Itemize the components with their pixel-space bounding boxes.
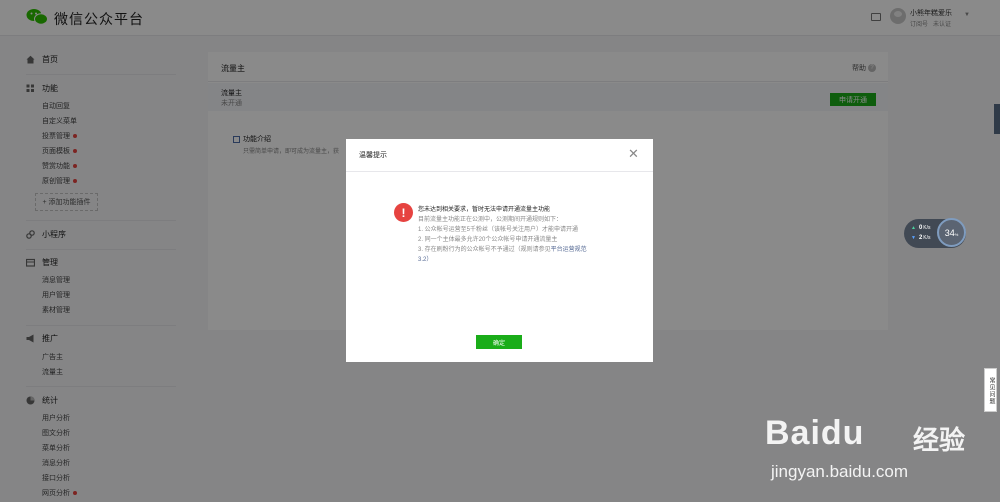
- watermark-product: 经验: [913, 425, 966, 455]
- watermark-brand: Baidu: [765, 414, 865, 452]
- upload-speed: ▲ 0 K/s: [911, 225, 931, 231]
- download-unit: K/s: [923, 235, 931, 241]
- download-speed: ▼ 2 K/s: [911, 235, 931, 241]
- side-toolbar-tab[interactable]: [994, 104, 1000, 134]
- usage-percent-unit: %: [954, 231, 959, 237]
- dialog-rule-1: 1. 公众帐号运营至5千粉丝（该帐号关注用户）才能申请开通: [418, 227, 579, 233]
- warning-icon: !: [394, 203, 413, 222]
- confirm-button[interactable]: 确定: [476, 335, 522, 349]
- memory-usage-ring[interactable]: 34%: [937, 218, 966, 247]
- download-value: 2: [918, 235, 923, 241]
- download-arrow-icon: ▼: [911, 235, 916, 241]
- rules-link[interactable]: 平台运营规范: [551, 247, 587, 253]
- upload-value: 0: [918, 225, 923, 231]
- notice-dialog: 温馨提示 ✕ ! 您未达到相关要求，暂时无法申请开通流量主功能 目前流量主功能正…: [346, 139, 653, 362]
- upload-unit: K/s: [923, 225, 931, 231]
- rules-link-section[interactable]: 3.2）: [418, 257, 432, 263]
- dialog-rule-2: 2. 同一个主体最多允许20个公众帐号申请开通流量主: [418, 237, 558, 243]
- dialog-title: 温馨提示: [359, 152, 387, 159]
- dialog-rule-3: 3. 存在刷粉行为的公众帐号不予通过（规则请参见平台运营规范: [418, 244, 587, 253]
- dialog-rule-3-cont: 3.2）: [418, 254, 432, 263]
- baidu-jingyan-watermark: Baidu 经验 jingyan.baidu.com: [765, 410, 995, 495]
- upload-arrow-icon: ▲: [911, 225, 916, 231]
- dialog-rule-3-text: 3. 存在刷粉行为的公众帐号不予通过（规则请参见: [418, 247, 551, 253]
- watermark-url: jingyan.baidu.com: [771, 462, 909, 481]
- divider: [346, 171, 653, 172]
- dialog-message: 您未达到相关要求，暂时无法申请开通流量主功能: [418, 207, 551, 213]
- close-icon[interactable]: ✕: [628, 147, 639, 160]
- dialog-rule-intro: 目前流量主功能正在公测中，公测期间开通规则如下：: [418, 217, 563, 223]
- usage-percent: 34: [944, 227, 955, 238]
- faq-tab[interactable]: 常见问题: [984, 368, 997, 412]
